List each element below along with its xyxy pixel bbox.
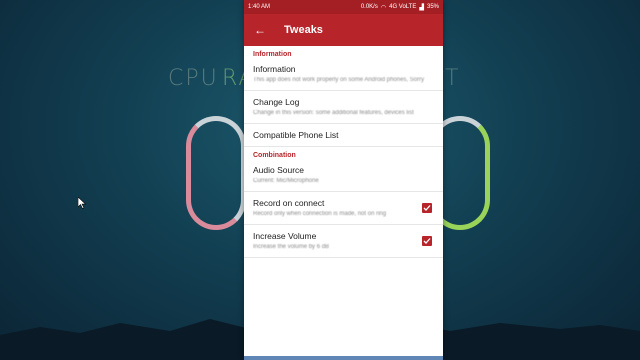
pref-title: Audio Source: [253, 165, 305, 175]
status-bar: 1:40 AM 0.0K/s ◠ 4G VoLTE ▟ 35%: [244, 0, 443, 14]
pref-information[interactable]: Information This app does not work prope…: [244, 58, 443, 91]
wifi-icon: ◠: [380, 4, 387, 11]
section-header-information: Information: [253, 51, 292, 58]
signal-icon: ▟: [419, 4, 424, 11]
wallpaper-word-t: T: [445, 66, 461, 91]
pref-summary: Change in this version: some additional …: [253, 110, 414, 116]
pref-audio-source[interactable]: Audio Source Current: Mic/Microphone: [244, 159, 443, 192]
pref-title: Information: [253, 64, 296, 74]
pref-summary: This app does not work properly on some …: [253, 77, 425, 83]
pref-compatible-phone-list[interactable]: Compatible Phone List: [244, 124, 443, 147]
record-on-connect-checkbox[interactable]: [422, 203, 432, 213]
page-title: Tweaks: [284, 24, 323, 36]
app-bar: ← Tweaks: [244, 14, 443, 46]
status-battery: 35%: [426, 4, 439, 10]
status-time: 1:40 AM: [248, 4, 271, 10]
section-header-combination: Combination: [253, 152, 296, 159]
arrow-back-icon[interactable]: ←: [254, 23, 274, 37]
pref-title: Increase Volume: [253, 231, 317, 241]
status-network: 4G VoLTE: [389, 4, 417, 10]
checkmark-icon: [423, 205, 431, 211]
pref-title: Compatible Phone List: [253, 130, 339, 140]
pref-title: Change Log: [253, 97, 300, 107]
preferences-list: Information Information This app does no…: [244, 46, 443, 258]
pref-change-log[interactable]: Change Log Change in this version: some …: [244, 91, 443, 124]
bottom-strip: [244, 356, 443, 360]
pref-summary: Increase the volume by 6 dB: [253, 244, 330, 250]
checkmark-icon: [423, 238, 431, 244]
pref-summary: Record only when connection is made, not…: [253, 211, 387, 217]
pref-record-on-connect[interactable]: Record on connect Record only when conne…: [244, 192, 443, 225]
mouse-cursor-icon: [78, 197, 86, 209]
pref-summary: Current: Mic/Microphone: [253, 178, 319, 184]
pref-increase-volume[interactable]: Increase Volume Increase the volume by 6…: [244, 225, 443, 258]
increase-volume-checkbox[interactable]: [422, 236, 432, 246]
wallpaper-gauge-left: [186, 116, 246, 230]
pref-title: Record on connect: [253, 198, 325, 208]
wallpaper-word-cpu: CPU: [168, 66, 219, 91]
phone-screen: 1:40 AM 0.0K/s ◠ 4G VoLTE ▟ 35% ← Tweaks…: [244, 0, 443, 360]
status-speed: 0.0K/s: [360, 4, 378, 10]
